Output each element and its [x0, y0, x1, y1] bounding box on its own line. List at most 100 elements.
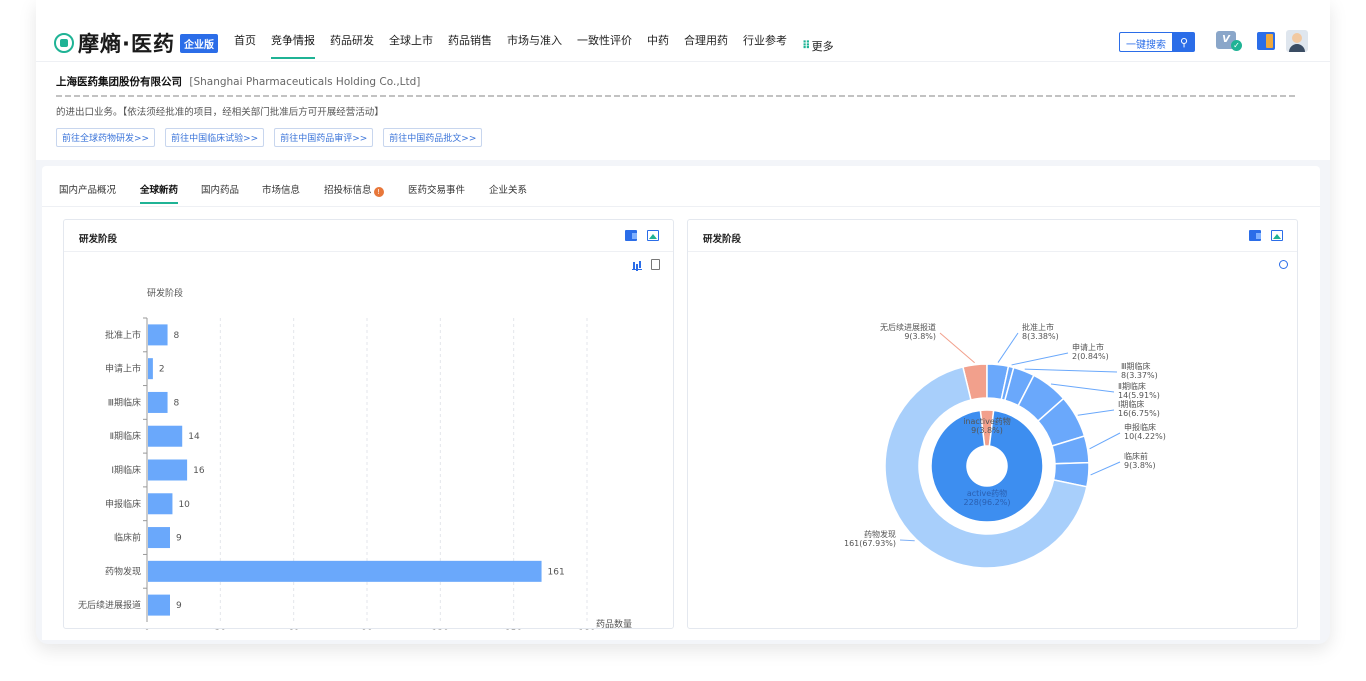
y-tick-label: 临床前: [114, 532, 141, 544]
nav-item-rational-use[interactable]: 合理用药: [684, 32, 728, 59]
nav-item-market-access[interactable]: 市场与准入: [507, 32, 562, 59]
tab-domestic-drugs[interactable]: 国内药品: [201, 182, 239, 196]
link-global-rd[interactable]: 前往全球药物研发>>: [56, 128, 156, 147]
nav-more-button[interactable]: ⠿ 更多: [802, 32, 834, 59]
outer-label-name: 临床前: [1124, 451, 1148, 461]
nav-item-home[interactable]: 首页: [234, 32, 256, 59]
nav-item-competition[interactable]: 竞争情报: [271, 32, 315, 59]
outer-label-name: 申请上市: [1072, 342, 1104, 352]
tab-global-new-drugs[interactable]: 全球新药: [140, 182, 178, 196]
bar-value-label: 14: [188, 432, 200, 442]
bar-value-label: 9: [176, 601, 182, 611]
outer-label-name: Ⅲ期临床: [1121, 361, 1151, 371]
x-tick-label: 180: [578, 629, 595, 630]
label-leader-line: [1011, 352, 1069, 366]
inner-label-name: active药物: [967, 488, 1007, 498]
nav-item-industry[interactable]: 行业参考: [743, 32, 787, 59]
nav-item-global-launch[interactable]: 全球上市: [389, 32, 433, 59]
brand-logo-icon: [54, 33, 74, 53]
bar-value-label: 161: [548, 567, 565, 577]
rd-stage-donut-panel: 研发阶段 inactive药物 9(3.8%) active药物 228(96.2%)…: [687, 219, 1298, 629]
outer-label-value: 14(5.91%): [1118, 391, 1160, 400]
bar: [148, 425, 183, 447]
x-tick-label: 30: [215, 629, 227, 630]
outer-label-value: 8(3.38%): [1022, 332, 1059, 341]
rd-stage-bar-panel: 研发阶段 研发阶段 0 30 60 90 120 150 180药品数量 批准上市 8 申请上市 2 Ⅲ…: [63, 219, 674, 630]
outer-label-name: 无后续进展报道: [880, 322, 936, 332]
image-export-icon[interactable]: [1271, 230, 1283, 241]
user-avatar[interactable]: [1286, 30, 1308, 52]
outer-label-value: 2(0.84%): [1072, 352, 1109, 361]
nav-item-rd[interactable]: 药品研发: [330, 32, 374, 59]
panel-title: 研发阶段: [79, 234, 118, 245]
label-leader-line: [1024, 368, 1118, 373]
outer-label-value: 9(3.8%): [1124, 461, 1156, 470]
y-tick-label: 申请上市: [105, 363, 141, 375]
y-tick-label: 药物发现: [105, 565, 141, 577]
bar-value-label: 2: [159, 365, 165, 375]
outer-label-value: 161(67.93%): [844, 539, 896, 548]
brand-logo[interactable]: 摩熵·医药 企业版: [54, 28, 218, 58]
y-tick-label: 批准上市: [105, 329, 141, 341]
app-frame: 摩熵·医药 企业版 首页 竞争情报 药品研发 全球上市 药品销售 市场与准入 一…: [36, 0, 1330, 644]
link-cn-clinical-trials[interactable]: 前往中国临床试验>>: [165, 128, 265, 147]
excel-export-icon[interactable]: [1249, 230, 1261, 241]
image-export-icon[interactable]: [647, 230, 659, 241]
tab-market-info[interactable]: 市场信息: [262, 182, 300, 196]
bar-value-label: 9: [176, 534, 182, 544]
nav-item-tcm[interactable]: 中药: [647, 32, 669, 59]
tab-bidding-label: 招投标信息: [324, 185, 372, 196]
bar: [148, 594, 170, 616]
outer-label-value: 9(3.8%): [904, 332, 936, 341]
y-tick-label: 申报临床: [105, 498, 141, 510]
notice-icon: !: [373, 187, 384, 197]
label-leader-line: [1077, 409, 1115, 416]
rd-stage-donut-chart: inactive药物9(3.8%)active药物228(96.2%)批准上市8…: [844, 322, 1166, 569]
x-tick-label: 150: [505, 629, 522, 630]
panel-header: 研发阶段: [64, 220, 673, 252]
company-title: 上海医药集团股份有限公司 [Shanghai Pharmaceuticals H…: [56, 74, 420, 89]
grid-dots-icon: ⠿: [802, 39, 811, 52]
search-icon[interactable]: ⚲: [1173, 32, 1195, 52]
outer-label-value: 16(6.75%): [1118, 409, 1160, 418]
tab-pharma-deals[interactable]: 医药交易事件: [408, 182, 465, 196]
outer-label-value: 8(3.37%): [1121, 371, 1158, 380]
quick-search-button[interactable]: 一键搜索: [1119, 32, 1173, 52]
y-tick-label: Ⅱ期临床: [110, 430, 141, 442]
tab-bidding-info[interactable]: 招投标信息!: [324, 182, 384, 197]
outer-label-name: 批准上市: [1022, 322, 1054, 332]
tab-domestic-overview[interactable]: 国内产品概况: [59, 182, 116, 196]
company-description: 的进出口业务。【依法须经批准的项目，经相关部门批准后方可开展经营活动】: [56, 107, 384, 118]
nav-more-label: 更多: [811, 39, 834, 53]
label-leader-line: [1050, 383, 1115, 393]
bar: [148, 391, 168, 413]
company-name: 上海医药集团股份有限公司: [56, 76, 182, 88]
bar-value-label: 10: [178, 500, 190, 510]
link-cn-drug-review[interactable]: 前往中国药品审评>>: [274, 128, 374, 147]
nav-item-consistency[interactable]: 一致性评价: [577, 32, 632, 59]
excel-export-icon[interactable]: [625, 230, 637, 241]
company-english-name: [Shanghai Pharmaceuticals Holding Co.,Lt…: [189, 76, 421, 88]
company-desc-clipped: [56, 94, 1296, 98]
company-header: 上海医药集团股份有限公司 [Shanghai Pharmaceuticals H…: [36, 62, 1330, 160]
y-tick-label: Ⅰ期临床: [111, 464, 141, 476]
link-cn-drug-approval[interactable]: 前往中国药品批文>>: [383, 128, 483, 147]
check-icon: ✓: [1231, 40, 1242, 51]
label-leader-line: [899, 539, 915, 542]
y-tick-label: 无后续进展报道: [78, 599, 141, 611]
nav-item-sales[interactable]: 药品销售: [448, 32, 492, 59]
panel-header: 研发阶段: [688, 220, 1297, 252]
outer-label-value: 10(4.22%): [1124, 432, 1166, 441]
inner-label-name: inactive药物: [963, 416, 1011, 426]
tab-company-relations[interactable]: 企业关系: [489, 182, 527, 196]
bar-value-label: 16: [193, 466, 205, 476]
top-navigation-bar: 摩熵·医药 企业版 首页 竞争情报 药品研发 全球上市 药品销售 市场与准入 一…: [36, 0, 1330, 62]
x-tick-label: 0: [144, 629, 150, 630]
bar-value-label: 8: [174, 331, 180, 341]
bar: [148, 459, 188, 481]
rd-stage-bar-chart: 研发阶段 0 30 60 90 120 150 180药品数量 批准上市 8 申请上市 2 Ⅲ期临床 8 Ⅱ…: [78, 287, 632, 630]
outer-label-name: Ⅰ期临床: [1118, 399, 1144, 409]
company-links: 前往全球药物研发>> 前往中国临床试验>> 前往中国药品审评>> 前往中国药品批…: [56, 128, 492, 147]
bar: [148, 527, 170, 549]
book-icon[interactable]: [1257, 32, 1275, 50]
